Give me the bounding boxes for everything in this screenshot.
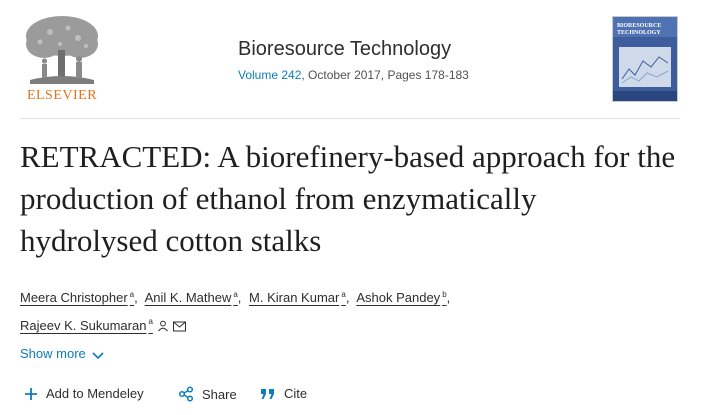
journal-cover-thumbnail[interactable]: BIORESOURCE TECHNOLOGY bbox=[612, 16, 678, 102]
share-button[interactable]: Share bbox=[178, 386, 237, 402]
share-label: Share bbox=[202, 386, 237, 402]
elsevier-tree-logo-icon bbox=[26, 16, 98, 84]
share-icon bbox=[178, 386, 194, 402]
author-link[interactable]: Anil K. Mathew a bbox=[145, 290, 238, 305]
author-link[interactable]: Ashok Pandey b bbox=[356, 290, 446, 305]
elsevier-wordmark: ELSEVIER bbox=[26, 88, 98, 103]
author-list: Meera Christopher a, Anil K. Mathew a, M. … bbox=[20, 290, 451, 333]
chevron-down-icon bbox=[92, 352, 104, 360]
article-title: RETRACTED: A biorefinery-based approach … bbox=[20, 139, 676, 258]
author-link[interactable]: Meera Christopher a bbox=[20, 290, 134, 305]
elsevier-logo[interactable]: ELSEVIER bbox=[20, 14, 104, 106]
volume-link[interactable]: Volume 242 bbox=[238, 68, 301, 82]
author-link[interactable]: M. Kiran Kumar a bbox=[249, 290, 346, 305]
add-to-mendeley-label: Add to Mendeley bbox=[46, 386, 144, 401]
person-icon bbox=[158, 320, 168, 331]
journal-issue-info: Volume 242, October 2017, Pages 178-183 bbox=[238, 68, 469, 82]
show-more-button[interactable]: Show more bbox=[20, 346, 104, 361]
corresponding-author-link[interactable]: Rajeev K. Sukumaran a bbox=[20, 317, 186, 333]
mail-icon bbox=[172, 321, 186, 332]
issue-details: , October 2017, Pages 178-183 bbox=[301, 68, 469, 82]
add-to-mendeley-button[interactable]: Add to Mendeley bbox=[24, 386, 144, 401]
journal-title-link[interactable]: Bioresource Technology bbox=[238, 38, 451, 61]
cover-title-text: BIORESOURCE TECHNOLOGY bbox=[617, 23, 662, 36]
plus-icon bbox=[25, 387, 37, 400]
cite-label: Cite bbox=[284, 386, 308, 401]
header-divider bbox=[20, 118, 680, 119]
cite-button[interactable]: Cite bbox=[260, 386, 307, 401]
quote-icon bbox=[261, 388, 274, 399]
